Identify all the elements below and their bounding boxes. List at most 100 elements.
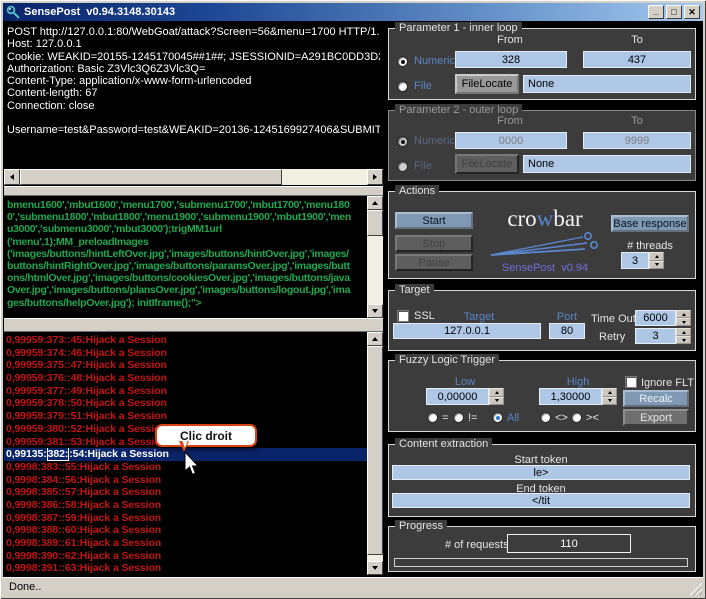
timeout-down-button[interactable] xyxy=(676,318,691,326)
scroll-up-button[interactable] xyxy=(367,196,383,210)
result-row[interactable]: 0,9998:388::60:Hijack a Session xyxy=(4,524,367,537)
result-row[interactable]: 0,9998:385::57:Hijack a Session xyxy=(4,486,367,499)
port-label: Port xyxy=(549,311,585,323)
response-line: ('images/buttons/hintLeftOver.jpg','imag… xyxy=(7,248,364,260)
flt-low-up-button[interactable] xyxy=(489,388,504,397)
result-row[interactable]: 0,9998:391::63:Hijack a Session xyxy=(4,562,367,575)
flt-high-value[interactable]: 1,30000 xyxy=(539,388,602,405)
response-line: ges/buttons/helpOver.jpg'); initIframe()… xyxy=(7,297,364,309)
threads-spinner[interactable]: 3 xyxy=(621,252,664,269)
timeout-spinner[interactable]: 6000 xyxy=(635,310,691,326)
param1-to-input[interactable]: 437 xyxy=(583,51,691,68)
annotation-callout: Clic droit xyxy=(155,424,257,447)
target-input[interactable]: 127.0.0.1 xyxy=(393,323,541,339)
flt-op-equal-label: = xyxy=(442,412,448,424)
param1-numeric-radio[interactable] xyxy=(397,56,408,67)
ignore-flt-checkbox[interactable] xyxy=(625,376,637,388)
scrollbar-thumb[interactable] xyxy=(367,346,383,555)
requests-count: 110 xyxy=(507,534,631,553)
flt-op-notequal-label: != xyxy=(468,412,477,424)
scroll-down-button[interactable] xyxy=(367,304,383,318)
start-token-input[interactable]: le> xyxy=(392,465,690,480)
response-vertical-scrollbar[interactable] xyxy=(367,196,383,318)
result-row[interactable]: 0,99959:379::51:Hijack a Session xyxy=(4,410,367,423)
export-button[interactable]: Export xyxy=(623,409,689,426)
scrollbar-thumb[interactable] xyxy=(20,169,282,185)
end-token-input[interactable]: </tit xyxy=(392,493,690,508)
flt-high-up-button[interactable] xyxy=(602,388,617,397)
result-row[interactable]: 0,99959:373::45:Hijack a Session xyxy=(4,334,367,347)
base-response-button[interactable]: Base response xyxy=(611,215,689,232)
flt-op-all-radio[interactable] xyxy=(492,412,503,423)
scroll-down-button[interactable] xyxy=(367,561,383,575)
scroll-left-button[interactable] xyxy=(4,169,20,185)
retry-down-button[interactable] xyxy=(676,336,691,344)
results-vertical-scrollbar[interactable] xyxy=(367,332,383,575)
timeout-value[interactable]: 6000 xyxy=(635,310,676,326)
scroll-up-button[interactable] xyxy=(367,332,383,346)
mouse-cursor xyxy=(184,451,202,477)
scroll-right-button[interactable] xyxy=(367,169,383,185)
target-group: Target SSL Target 127.0.0.1 Port 80 Time… xyxy=(388,290,696,351)
ignore-flt-label: Ignore FLT xyxy=(641,377,694,389)
param2-filelocate-button: FileLocate xyxy=(455,154,519,174)
scrollbar-thumb[interactable] xyxy=(367,210,383,236)
http-request-textarea[interactable]: POST http://127.0.0.1:80/WebGoat/attack?… xyxy=(4,22,383,169)
flt-op-notequal-radio[interactable] xyxy=(453,412,464,423)
threads-value[interactable]: 3 xyxy=(621,252,649,269)
flt-low-down-button[interactable] xyxy=(489,397,504,406)
selected-row-prefix: 0,99135: xyxy=(6,448,47,460)
flt-high-down-button[interactable] xyxy=(602,397,617,406)
retry-value[interactable]: 3 xyxy=(635,328,676,344)
result-row[interactable]: 0,9998:390::62:Hijack a Session xyxy=(4,550,367,563)
response-line: 0','submenu1800','mbut1800','menu1900','… xyxy=(7,211,364,223)
result-row[interactable]: 0,99959:374::46:Hijack a Session xyxy=(4,347,367,360)
param1-filelocate-button[interactable]: FileLocate xyxy=(455,74,519,94)
request-horizontal-scrollbar[interactable] xyxy=(4,169,383,185)
ssl-checkbox[interactable] xyxy=(397,310,409,322)
result-row[interactable]: 0,99959:375::47:Hijack a Session xyxy=(4,359,367,372)
result-row[interactable]: 0,9998:389::61:Hijack a Session xyxy=(4,537,367,550)
window-title: SensePost v0.94.3148.30143 xyxy=(24,6,175,18)
pause-button: Pause xyxy=(395,254,473,271)
flt-low-value[interactable]: 0,00000 xyxy=(426,388,489,405)
response-line: ons/htmlOver.jpg','images/buttons/cookie… xyxy=(7,272,364,284)
splitter[interactable] xyxy=(4,318,383,332)
response-line: bmenu1600','mbut1600','menu1700','submen… xyxy=(7,199,364,211)
close-button[interactable]: ✕ xyxy=(684,5,700,19)
splitter[interactable] xyxy=(4,186,383,196)
threads-down-button[interactable] xyxy=(649,261,664,270)
param1-file-input[interactable]: None xyxy=(523,75,691,93)
flt-high-label: High xyxy=(539,376,617,388)
threads-up-button[interactable] xyxy=(649,252,664,261)
result-row[interactable]: 0,99959:377::49:Hijack a Session xyxy=(4,385,367,398)
http-response-textarea[interactable]: bmenu1600','mbut1600','menu1700','submen… xyxy=(4,196,383,318)
flt-op-outside-radio[interactable] xyxy=(571,412,582,423)
retry-up-button[interactable] xyxy=(676,328,691,336)
param1-file-radio[interactable] xyxy=(397,81,408,92)
minimize-button[interactable]: _ xyxy=(648,5,664,19)
timeout-up-button[interactable] xyxy=(676,310,691,318)
maximize-button[interactable]: □ xyxy=(666,5,682,19)
arrow-left-icon xyxy=(10,174,14,180)
request-line: Username=test&Password=test&WEAKID=20136… xyxy=(7,124,380,136)
port-input[interactable]: 80 xyxy=(549,323,585,339)
param1-from-input[interactable]: 328 xyxy=(455,51,567,68)
flt-op-all-label: All xyxy=(507,412,519,424)
result-row[interactable]: 0,9998:387::59:Hijack a Session xyxy=(4,512,367,525)
result-row[interactable]: 0,9998:386::58:Hijack a Session xyxy=(4,499,367,512)
flt-op-between-radio[interactable] xyxy=(540,412,551,423)
selected-row-focus-box: 382: xyxy=(47,448,70,461)
progress-bar xyxy=(394,558,688,567)
resize-grip[interactable] xyxy=(689,582,702,595)
start-button[interactable]: Start xyxy=(395,212,473,229)
flt-high-spinner[interactable]: 1,30000 xyxy=(539,388,617,405)
flt-low-spinner[interactable]: 0,00000 xyxy=(426,388,504,405)
spin-down-icon xyxy=(682,321,686,324)
recalc-button[interactable]: Recalc xyxy=(623,390,689,407)
request-line: Content-Type: application/x-www-form-url… xyxy=(7,75,380,87)
flt-op-equal-radio[interactable] xyxy=(427,412,438,423)
result-row[interactable]: 0,99959:376::48:Hijack a Session xyxy=(4,372,367,385)
result-row[interactable]: 0,99959:378::50:Hijack a Session xyxy=(4,397,367,410)
retry-spinner[interactable]: 3 xyxy=(635,328,691,344)
